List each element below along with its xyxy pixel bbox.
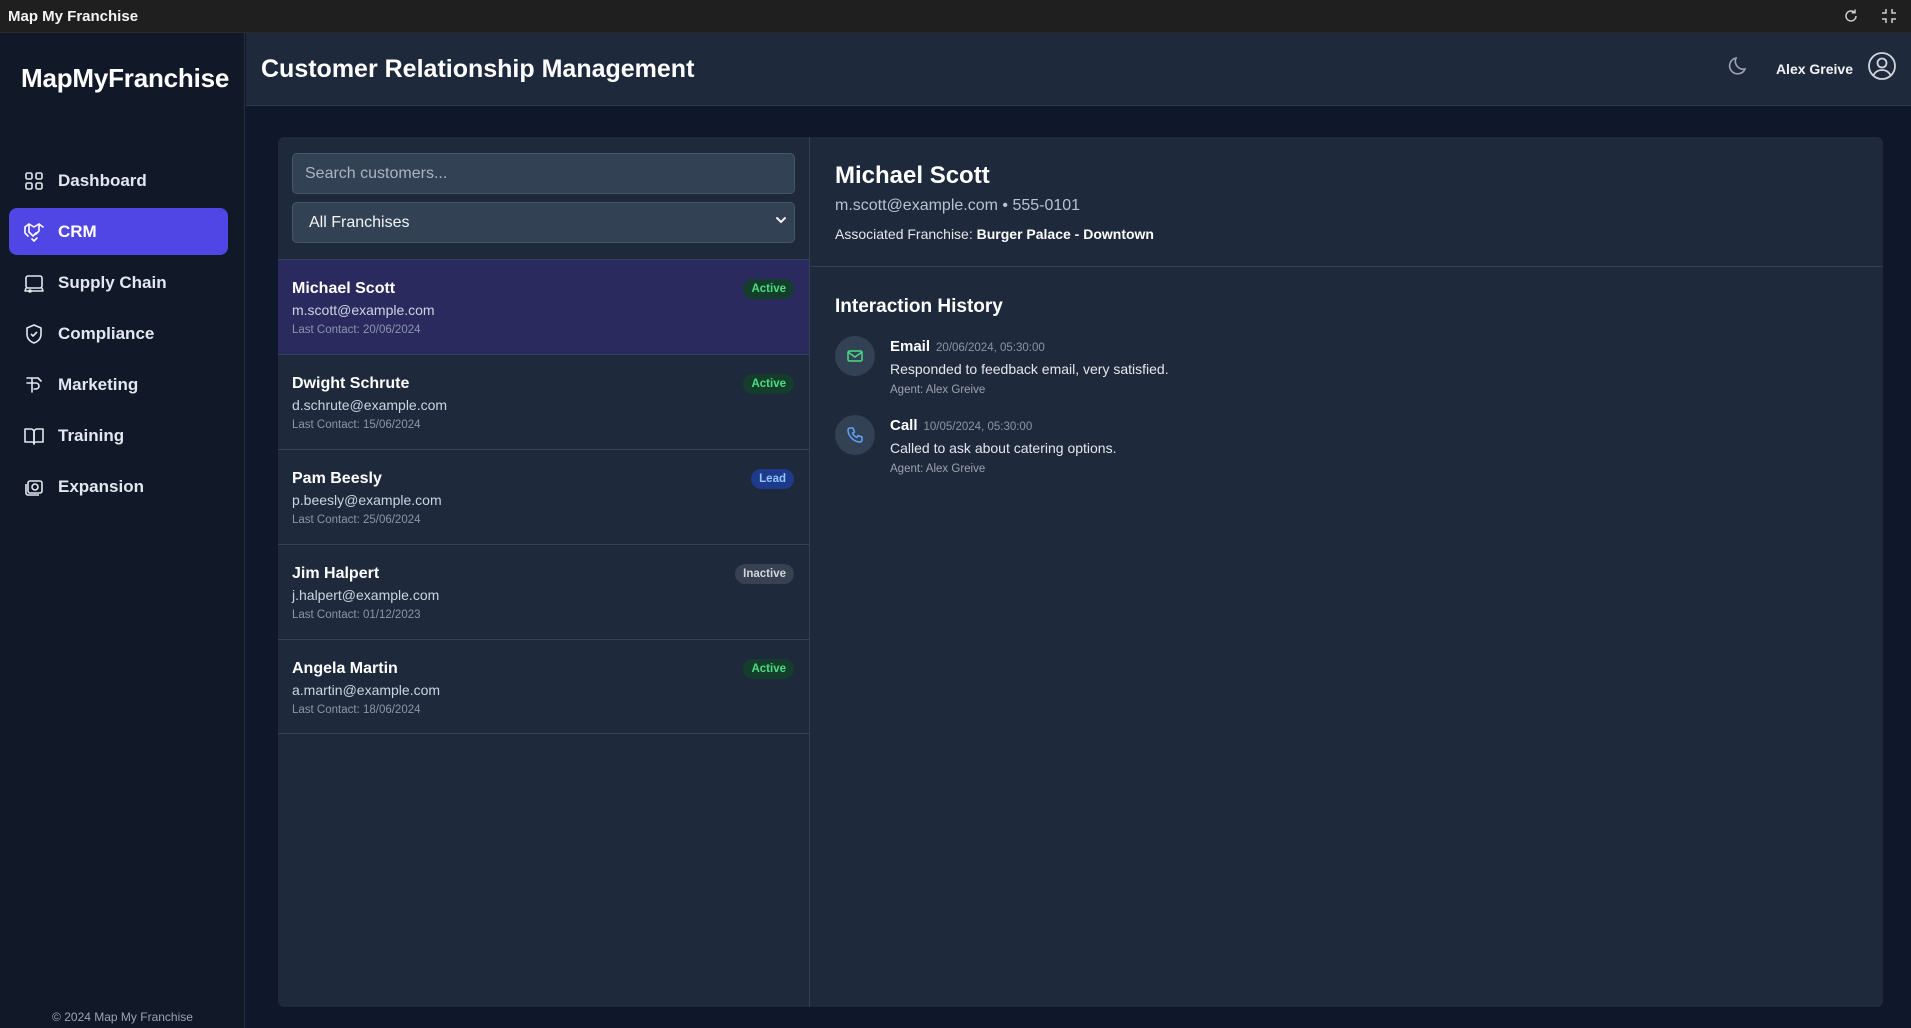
associated-franchise: Associated Franchise: Burger Palace - Do… [835, 226, 1154, 242]
interaction-type: Call 10/05/2024, 05:30:00 [890, 417, 1032, 434]
dashboard-grid-icon [23, 170, 45, 192]
sidebar-item-expansion[interactable]: Expansion [9, 463, 228, 510]
interaction-date: 10/05/2024, 05:30:00 [923, 421, 1033, 433]
customer-name: Pam Beesly [292, 470, 382, 487]
phone-icon [835, 415, 875, 455]
sidebar-item-label: Dashboard [58, 170, 147, 190]
sidebar-item-label: Expansion [58, 476, 144, 496]
exit-fullscreen-icon[interactable] [1881, 8, 1897, 24]
customer-list: Michael Scott m.scott@example.com Last C… [278, 259, 809, 734]
customer-detail-panel: Michael Scott m.scott@example.com • 555-… [811, 137, 1883, 1007]
dark-mode-toggle-icon[interactable] [1728, 55, 1750, 82]
interaction-type-label: Email [890, 338, 931, 355]
sidebar-item-label: Supply Chain [58, 272, 167, 292]
brand-logo-text[interactable]: MapMyFranchise [21, 63, 229, 94]
customer-last-contact: Last Contact: 01/12/2023 [292, 609, 421, 621]
customer-last-contact: Last Contact: 20/06/2024 [292, 324, 421, 336]
status-badge: Lead [751, 469, 794, 489]
customer-contact-line: m.scott@example.com • 555-0101 [835, 197, 1081, 214]
interaction-agent: Agent: Alex Greive [890, 384, 986, 396]
app-header: Customer Relationship Management Alex Gr… [246, 33, 1911, 106]
copyright-text: © 2024 Map My Franchise [52, 1010, 193, 1024]
window-title: Map My Franchise [8, 7, 139, 25]
customer-email: a.martin@example.com [292, 682, 441, 698]
customer-name: Michael Scott [292, 280, 396, 297]
customer-list-panel: All Franchises Michael Scott m.scott@exa… [278, 137, 810, 1007]
interaction-item: Call 10/05/2024, 05:30:00 Called to ask a… [835, 415, 1735, 485]
book-icon [23, 425, 45, 447]
franchise-filter-select[interactable]: All Franchises [292, 202, 795, 243]
associated-franchise-label: Associated Franchise: [835, 226, 973, 242]
customer-email: d.schrute@example.com [292, 397, 448, 413]
window-titlebar: Map My Franchise [0, 0, 1911, 33]
page-title: Customer Relationship Management [261, 55, 695, 83]
interaction-item: Email 20/06/2024, 05:30:00 Responded to f… [835, 336, 1735, 406]
interaction-date: 20/06/2024, 05:30:00 [936, 342, 1045, 354]
interaction-history-title: Interaction History [835, 296, 1003, 317]
customer-row[interactable]: Michael Scott m.scott@example.com Last C… [278, 259, 809, 354]
status-badge: Inactive [735, 564, 794, 584]
customer-name: Dwight Schrute [292, 375, 410, 392]
status-badge: Active [743, 374, 794, 394]
interaction-type-label: Call [890, 417, 918, 434]
sidebar-nav: Dashboard CRM Supply Chain Compliance Ma… [9, 157, 228, 514]
sidebar: MapMyFranchise Dashboard CRM Supply Chai… [0, 33, 245, 1028]
sidebar-item-label: Compliance [58, 323, 155, 343]
associated-franchise-value: Burger Palace - Downtown [976, 226, 1154, 242]
megaphone-icon [23, 374, 45, 396]
shield-icon [23, 323, 45, 345]
status-badge: Active [743, 659, 794, 679]
customer-row[interactable]: Jim Halpert j.halpert@example.com Last C… [278, 544, 809, 639]
sidebar-item-training[interactable]: Training [9, 412, 228, 459]
interaction-description: Called to ask about catering options. [890, 440, 1117, 456]
customer-email: m.scott@example.com [292, 302, 435, 318]
customer-row[interactable]: Angela Martin a.martin@example.com Last … [278, 639, 809, 734]
refresh-icon[interactable] [1843, 8, 1859, 24]
customer-last-contact: Last Contact: 25/06/2024 [292, 514, 421, 526]
customer-detail-name: Michael Scott [835, 162, 990, 189]
user-name[interactable]: Alex Greive [1776, 61, 1853, 77]
sidebar-item-marketing[interactable]: Marketing [9, 361, 228, 408]
status-badge: Active [743, 279, 794, 299]
customer-row[interactable]: Pam Beesly p.beesly@example.com Last Con… [278, 449, 809, 544]
chevron-down-icon [774, 213, 788, 232]
search-input[interactable] [292, 153, 795, 194]
customer-email: p.beesly@example.com [292, 492, 442, 508]
franchise-filter-value: All Franchises [309, 213, 410, 231]
user-avatar-icon[interactable] [1867, 51, 1897, 86]
sidebar-item-label: Marketing [58, 374, 139, 394]
handshake-icon [23, 221, 45, 243]
truck-icon [23, 272, 45, 294]
sidebar-item-compliance[interactable]: Compliance [9, 310, 228, 357]
customer-last-contact: Last Contact: 18/06/2024 [292, 704, 421, 716]
customer-name: Jim Halpert [292, 565, 380, 582]
interaction-description: Responded to feedback email, very satisf… [890, 361, 1169, 377]
customer-last-contact: Last Contact: 15/06/2024 [292, 419, 421, 431]
sidebar-item-label: CRM [58, 221, 97, 241]
customer-email: j.halpert@example.com [292, 587, 440, 603]
crm-card: All Franchises Michael Scott m.scott@exa… [278, 137, 1883, 1007]
customer-row[interactable]: Dwight Schrute d.schrute@example.com Las… [278, 354, 809, 449]
customer-detail-header: Michael Scott m.scott@example.com • 555-… [811, 137, 1883, 267]
expand-icon [23, 476, 45, 498]
sidebar-item-dashboard[interactable]: Dashboard [9, 157, 228, 204]
interaction-agent: Agent: Alex Greive [890, 463, 986, 475]
sidebar-item-label: Training [58, 425, 125, 445]
customer-name: Angela Martin [292, 660, 398, 677]
mail-icon [835, 336, 875, 376]
interaction-type: Email 20/06/2024, 05:30:00 [890, 338, 1045, 355]
sidebar-item-supply-chain[interactable]: Supply Chain [9, 259, 228, 306]
sidebar-item-crm[interactable]: CRM [9, 208, 228, 255]
